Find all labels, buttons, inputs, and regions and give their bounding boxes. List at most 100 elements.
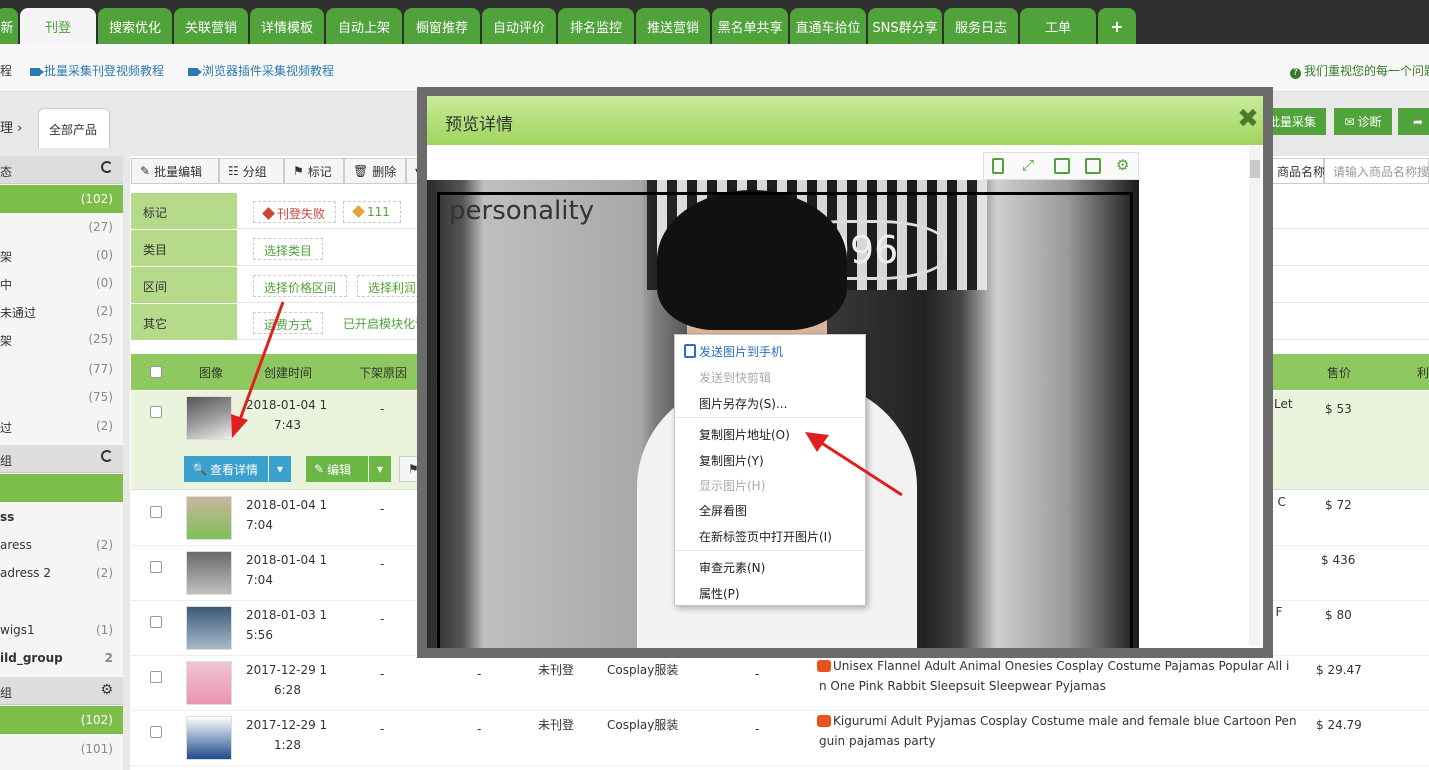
row-checkbox[interactable] xyxy=(150,671,162,683)
product-title-line2[interactable]: guin pajamas party xyxy=(819,732,935,751)
product-title[interactable]: Kigurumi Adult Pyjamas Cosplay Costume m… xyxy=(817,712,1297,731)
tab-template[interactable]: 详情模板 xyxy=(250,8,324,44)
menu-open-in-new-tab[interactable]: 在新标签页中打开图片(I) xyxy=(699,528,832,545)
row-checkbox[interactable] xyxy=(150,616,162,628)
menu-properties[interactable]: 属性(P) xyxy=(699,585,740,602)
filter-option[interactable]: 运费方式 xyxy=(253,312,324,334)
row-checkbox[interactable] xyxy=(150,506,162,518)
group-button[interactable]: ☷ 分组 xyxy=(219,158,284,184)
diagnose-button[interactable]: ✉ 诊断 xyxy=(1334,108,1392,135)
tab-express[interactable]: 直通车拾位 xyxy=(790,8,866,44)
sidebar-status-item[interactable]: 过 (2) xyxy=(0,412,123,440)
breadcrumb-current-tab[interactable]: 全部产品 xyxy=(38,108,110,148)
save-icon[interactable] xyxy=(1054,158,1070,174)
row-checkbox[interactable] xyxy=(150,406,162,418)
product-thumbnail[interactable] xyxy=(186,396,232,440)
menu-copy-image-address[interactable]: 复制图片地址(O) xyxy=(699,426,790,443)
menu-save-image-as[interactable]: 图片另存为(S)... xyxy=(699,395,787,412)
select-all-checkbox[interactable] xyxy=(150,366,162,378)
product-title-tail[interactable]: Let xyxy=(1274,395,1293,414)
sidebar-status-item[interactable]: (75) xyxy=(0,383,123,411)
menu-copy-image[interactable]: 复制图片(Y) xyxy=(699,452,764,469)
sidebar-group-item[interactable]: adress 2 (2) xyxy=(0,559,123,587)
product-title[interactable]: Unisex Flannel Adult Animal Onesies Cosp… xyxy=(817,657,1289,676)
edit-dropdown[interactable]: ▾ xyxy=(369,456,391,482)
sidebar-status-item[interactable]: (27) xyxy=(0,213,123,241)
filter-option[interactable]: 刊登失败 xyxy=(253,201,337,223)
breadcrumb-prev[interactable]: 理 › xyxy=(0,117,22,136)
sidebar-status-item[interactable]: 中 (0) xyxy=(0,269,123,297)
batch-edit-button[interactable]: ✎ 批量编辑 xyxy=(131,158,219,184)
edit-button[interactable]: ✎ 编辑 xyxy=(306,456,368,482)
sidebar-group2-item[interactable]: (101) xyxy=(0,735,123,763)
sidebar-group-item[interactable]: aress (2) xyxy=(0,531,123,559)
tab-rank[interactable]: 排名监控 xyxy=(558,8,634,44)
gear-icon[interactable]: ⚙ xyxy=(1116,158,1132,174)
sidebar-status-all[interactable]: (102) xyxy=(0,185,123,213)
fullscreen-icon[interactable]: ⤢ xyxy=(1022,158,1038,174)
product-thumbnail[interactable] xyxy=(186,661,232,705)
tab-new[interactable]: 新 xyxy=(0,8,18,44)
external-link-icon[interactable] xyxy=(1085,158,1101,174)
add-tab-button[interactable]: + xyxy=(1098,8,1136,44)
product-thumbnail[interactable] xyxy=(186,551,232,595)
mobile-view-icon[interactable] xyxy=(992,158,1004,174)
sidebar-status-item[interactable]: (77) xyxy=(0,355,123,383)
close-icon[interactable]: ✖ xyxy=(1233,104,1263,134)
scroll-thumb[interactable] xyxy=(1250,160,1260,178)
sidebar-group-item[interactable] xyxy=(0,588,123,616)
filter-option[interactable]: 选择价格区间 xyxy=(253,275,348,297)
menu-inspect[interactable]: 审查元素(N) xyxy=(699,559,765,576)
sidebar-status-item[interactable]: 未通过 (2) xyxy=(0,297,123,325)
tab-sns[interactable]: SNS群分享 xyxy=(868,8,942,44)
tab-related[interactable]: 关联营销 xyxy=(174,8,248,44)
product-thumbnail[interactable] xyxy=(186,606,232,650)
col-created[interactable]: 创建时间 xyxy=(264,364,312,381)
search-input[interactable]: 请输入商品名称搜 xyxy=(1324,158,1429,184)
tab-publish[interactable]: 刊登 xyxy=(20,8,96,44)
product-thumbnail[interactable] xyxy=(186,496,232,540)
sidebar-group2-all[interactable]: (102) xyxy=(0,706,123,734)
tab-ticket[interactable]: 工单 xyxy=(1020,8,1096,44)
tab-log[interactable]: 服务日志 xyxy=(944,8,1018,44)
tutorial-link-0[interactable]: 程 xyxy=(0,62,12,79)
menu-fullscreen[interactable]: 全屏看图 xyxy=(699,502,747,519)
menu-show-image[interactable]: 显示图片(H) xyxy=(699,477,765,494)
filter-option[interactable]: 选择类目 xyxy=(253,238,324,260)
sidebar-group-item[interactable]: wigs1 (1) xyxy=(0,616,123,644)
sidebar-status-item[interactable]: 架 (0) xyxy=(0,241,123,269)
feedback-link[interactable]: ? 我们重视您的每一个问题 xyxy=(1290,62,1429,79)
tutorial-link-plugin[interactable]: 浏览器插件采集视频教程 xyxy=(188,62,334,79)
sidebar-group-all[interactable] xyxy=(0,474,123,502)
view-details-button[interactable]: 🔍 查看详情 xyxy=(184,456,268,482)
tab-push[interactable]: 推送营销 xyxy=(636,8,710,44)
tab-window[interactable]: 橱窗推荐 xyxy=(404,8,480,44)
col-price[interactable]: 售价 xyxy=(1327,364,1351,381)
view-details-dropdown[interactable]: ▾ xyxy=(269,456,291,482)
tab-auto-list[interactable]: 自动上架 xyxy=(326,8,402,44)
sidebar-group-item[interactable]: ss xyxy=(0,503,123,531)
refresh-icon[interactable] xyxy=(101,450,113,462)
menu-send-to-clip[interactable]: 发送到快剪辑 xyxy=(699,369,771,386)
table-row[interactable]: 2017-12-29 1 6:28 - - 未刊登 Cosplay服装 - Un… xyxy=(131,656,1429,711)
table-row[interactable]: 2017-12-29 1 1:28 - - 未刊登 Cosplay服装 - Ki… xyxy=(131,711,1429,766)
menu-send-to-phone[interactable]: 发送图片到手机 xyxy=(699,343,783,360)
refresh-icon[interactable] xyxy=(101,161,113,173)
product-thumbnail[interactable] xyxy=(186,716,232,760)
sidebar-status-item[interactable]: 架 (25) xyxy=(0,325,123,353)
gear-icon[interactable]: ⚙ xyxy=(100,682,113,698)
delete-button[interactable]: 🗑 删除 xyxy=(344,158,406,184)
product-title-line2[interactable]: n One Pink Rabbit Sleepsuit Sleepwear Py… xyxy=(819,677,1106,696)
tab-auto-review[interactable]: 自动评价 xyxy=(482,8,556,44)
search-field-select[interactable]: 商品名称▾ xyxy=(1268,158,1333,184)
row-checkbox[interactable] xyxy=(150,726,162,738)
row-checkbox[interactable] xyxy=(150,561,162,573)
tag-button[interactable]: ⚑ 标记 xyxy=(284,158,344,184)
tab-search-opt[interactable]: 搜索优化 xyxy=(98,8,172,44)
modal-scrollbar[interactable] xyxy=(1249,146,1261,646)
filter-option[interactable]: 111 xyxy=(343,201,401,223)
share-button[interactable]: ➦ xyxy=(1398,108,1429,135)
sidebar-group-item[interactable]: ild_group 2 xyxy=(0,644,123,672)
tutorial-link-batch[interactable]: 批量采集刊登视频教程 xyxy=(30,62,164,79)
tab-blacklist[interactable]: 黑名单共享 xyxy=(712,8,788,44)
